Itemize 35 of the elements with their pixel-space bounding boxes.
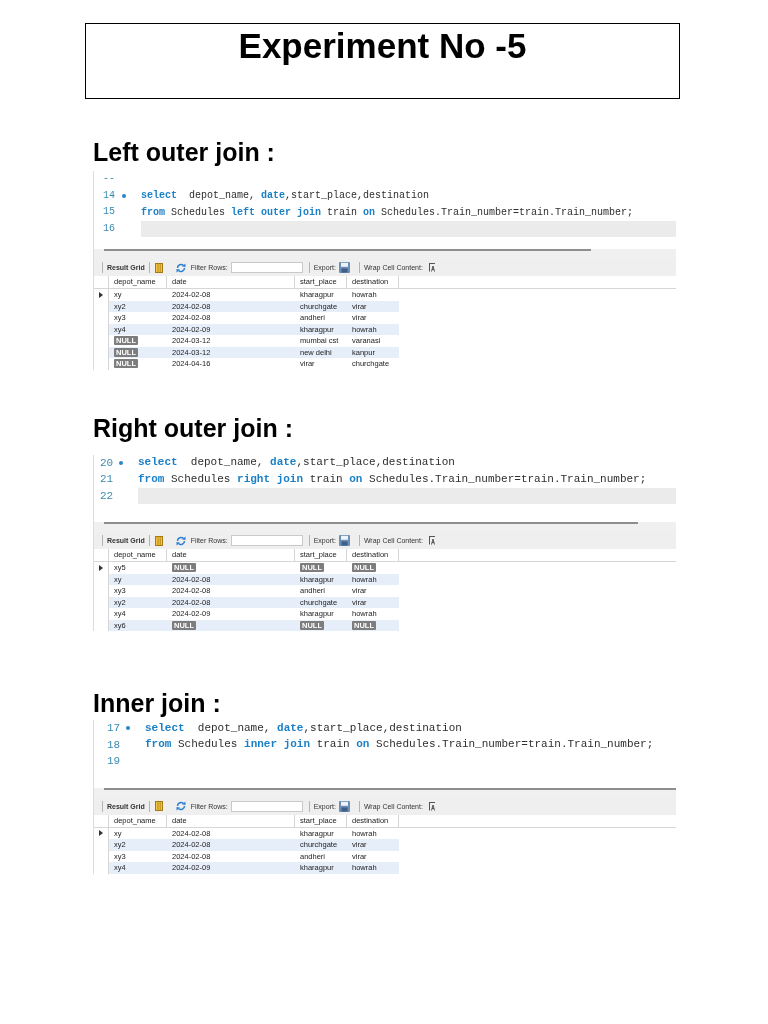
line-number: -- xyxy=(103,173,115,186)
line-number: 22 xyxy=(100,489,114,502)
line-number: 18 xyxy=(107,738,121,751)
line-number: 15 xyxy=(103,206,115,219)
refresh-icon[interactable] xyxy=(175,262,186,273)
scrollbar-thumb[interactable] xyxy=(104,787,676,790)
code-line: from Schedules right join train on Schedules.Train_number=train.Train_number; xyxy=(138,472,647,486)
scrollbar-thumb[interactable] xyxy=(104,522,638,524)
section-heading: Right outer join : xyxy=(93,413,293,443)
code-line: select depot_name, date,start_place,destination xyxy=(138,456,455,470)
line-number: 17 xyxy=(107,722,121,735)
filter-rows-input[interactable] xyxy=(230,535,303,546)
filter-rows-input[interactable] xyxy=(230,800,303,812)
line-number: 19 xyxy=(107,755,121,768)
section-heading: Inner join : xyxy=(93,689,221,718)
line-number: 20 xyxy=(100,456,114,469)
grid-columns-icon[interactable] xyxy=(154,801,163,811)
grid-columns-icon[interactable] xyxy=(154,535,163,546)
wrap-text-icon[interactable] xyxy=(427,801,436,811)
document-title: Experiment No -5 xyxy=(238,26,527,66)
refresh-icon[interactable] xyxy=(175,801,186,811)
scrollbar-thumb[interactable] xyxy=(104,249,591,251)
refresh-icon[interactable] xyxy=(175,535,186,546)
line-number: 14 xyxy=(103,189,115,202)
filter-rows-input[interactable] xyxy=(230,262,303,273)
code-line: select depot_name, date,start_place,destination xyxy=(145,721,462,735)
grid-columns-icon[interactable] xyxy=(154,262,163,273)
code-line: from Schedules inner join train on Schedules.Train_number=train.Train_number; xyxy=(145,738,654,752)
wrap-text-icon[interactable] xyxy=(427,536,436,545)
code-line: select depot_name, date,start_place,destination xyxy=(141,189,430,203)
line-number: 21 xyxy=(100,473,114,486)
line-number: 16 xyxy=(103,222,115,235)
section-heading: Left outer join : xyxy=(93,138,275,167)
wrap-text-icon[interactable] xyxy=(427,263,436,272)
code-line: from Schedules left outer join train on Schedules.Train_number=train.Train_number; xyxy=(141,205,634,219)
